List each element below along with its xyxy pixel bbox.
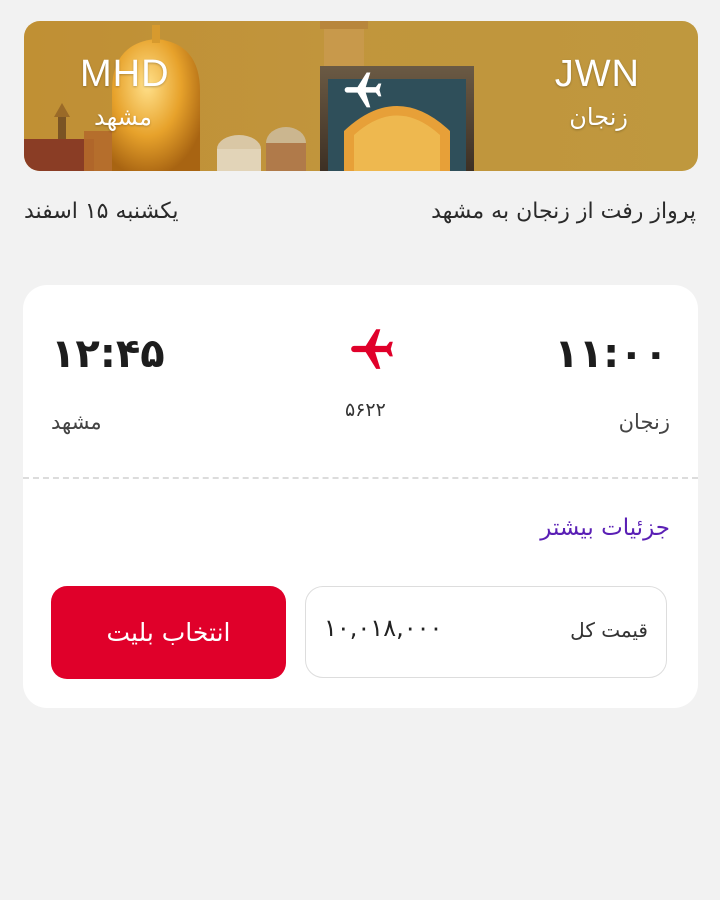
origin-code: JWN	[554, 53, 640, 95]
flight-date: یکشنبه ۱۵ اسفند	[24, 199, 179, 224]
destination-city: مشهد	[94, 103, 152, 131]
destination-code: MHD	[80, 53, 170, 95]
select-ticket-button[interactable]: انتخاب بلیت	[51, 586, 286, 679]
route-title: پرواز رفت از زنجان به مشهد	[431, 199, 696, 224]
flight-card: ۱۲:۴۵ ۱۱:۰۰ ۵۶۲۲ مشهد زنجان جزئیات بیشتر…	[23, 285, 698, 708]
departure-time: ۱۱:۰۰	[554, 331, 668, 377]
airplane-icon	[351, 329, 393, 369]
arrival-city: مشهد	[51, 410, 102, 434]
airplane-icon	[344, 72, 382, 108]
total-price-value: ۱۰,۰۱۸,۰۰۰	[324, 614, 443, 642]
arrival-time: ۱۲:۴۵	[51, 331, 165, 377]
card-divider	[23, 477, 698, 479]
departure-city: زنجان	[618, 410, 670, 434]
flight-number: ۵۶۲۲	[345, 399, 386, 421]
more-details-link[interactable]: جزئیات بیشتر	[540, 515, 670, 541]
route-banner: MHD مشهد JWN زنجان	[24, 21, 698, 171]
origin-city: زنجان	[569, 103, 628, 131]
total-price-box: قیمت کل ۱۰,۰۱۸,۰۰۰	[305, 586, 667, 678]
total-price-label: قیمت کل	[570, 618, 648, 642]
